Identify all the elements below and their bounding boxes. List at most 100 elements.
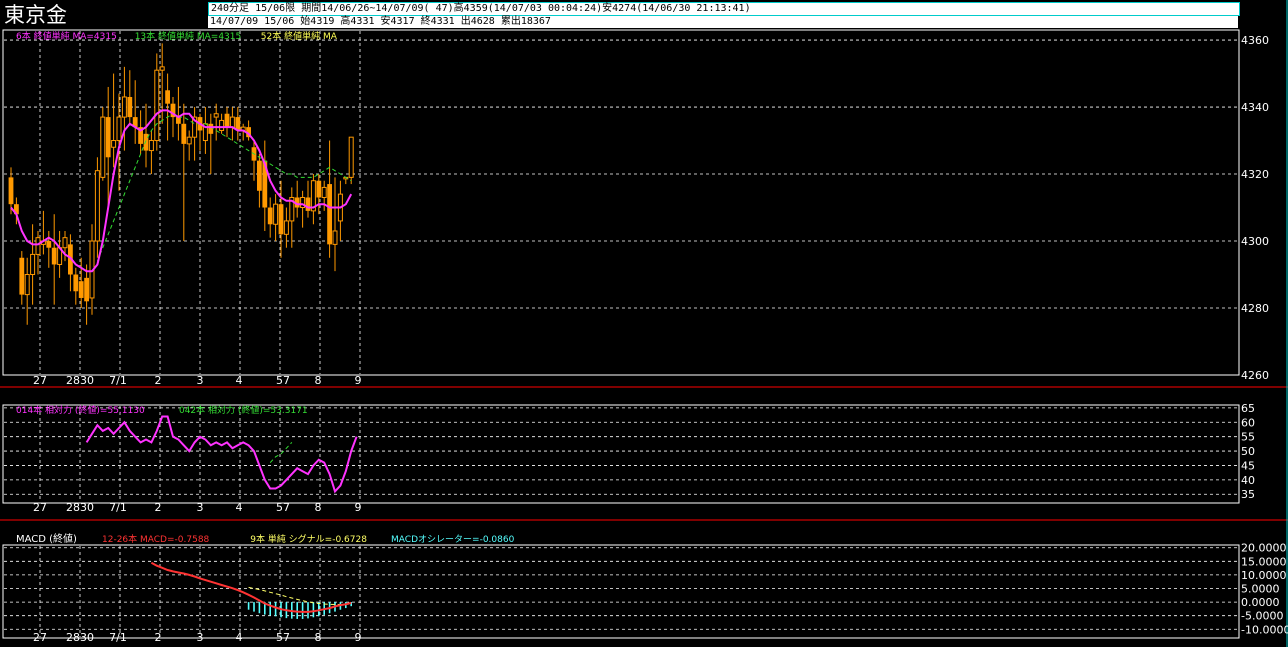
x-tick-label: 2830 — [66, 374, 94, 387]
x-tick-label: 7/1 — [109, 631, 127, 644]
legend-entry: 13本 終値単純 MA=4315 — [135, 30, 242, 42]
candle-body-down — [165, 90, 170, 104]
macd-line — [150, 561, 352, 613]
x-tick-label: 9 — [355, 631, 362, 644]
candle-body-down — [257, 160, 262, 191]
y-tick-label: 4320 — [1241, 168, 1269, 181]
y-tick-label: 4280 — [1241, 302, 1269, 315]
x-tick-label: 57 — [276, 374, 290, 387]
panel-frame — [2, 544, 1240, 639]
x-tick-label: 7/1 — [109, 374, 127, 387]
x-tick-label: 4 — [236, 631, 243, 644]
candle-body-up — [121, 96, 127, 118]
candle-body-up — [154, 69, 160, 142]
legend-entry: 52本 終値単純 MA — [261, 30, 338, 42]
candle-body-down — [46, 241, 52, 248]
candle-body-down — [267, 207, 273, 225]
y-tick-label: 35 — [1241, 488, 1255, 501]
ma6-line — [10, 109, 353, 273]
candle-body-up — [24, 274, 30, 296]
candle-body-up — [30, 253, 36, 276]
candle-body-up — [62, 237, 68, 249]
y-tick-label: 4360 — [1241, 34, 1269, 47]
y-tick-label: 4340 — [1241, 101, 1269, 114]
y-tick-label: 5.0000 — [1241, 583, 1280, 596]
candle-body-up — [94, 170, 100, 242]
candle-body-down — [208, 123, 214, 134]
candle-body-up — [100, 116, 106, 178]
legend-entry: 9本 単純 シグナル=-0.6728 — [250, 533, 367, 545]
x-tick-label: 2 — [155, 374, 162, 387]
candle-body-down — [181, 123, 187, 144]
panel-frame — [2, 404, 1240, 504]
x-tick-label: 9 — [355, 374, 362, 387]
y-tick-label: 40 — [1241, 474, 1255, 487]
candle-body-down — [224, 113, 230, 128]
y-tick-label: 15.0000 — [1241, 555, 1287, 568]
chart-canvas: 42604280430043204340436027 2830 7/1 2 3 4 57 8 9… — [0, 0, 1288, 647]
x-tick-label: 57 — [276, 501, 290, 514]
x-tick-label: 3 — [197, 501, 204, 514]
candle-body-up — [229, 116, 235, 128]
y-tick-label: 10.0000 — [1241, 569, 1287, 582]
candle-body-down — [316, 180, 322, 198]
legend-entry: 6本 終値単純 MA=4315 — [16, 30, 117, 42]
candle-body-up — [116, 116, 122, 142]
y-tick-label: 20.0000 — [1241, 542, 1287, 555]
candle-body-down — [327, 184, 332, 245]
y-tick-label: 65 — [1241, 402, 1255, 415]
x-tick-label: 2830 — [66, 501, 94, 514]
candle-body-down — [19, 257, 25, 295]
y-tick-label: -10.0000 — [1241, 623, 1288, 636]
legend-entry: 12-26本 MACD=-0.7588 — [102, 533, 210, 545]
candle-body-up — [332, 230, 338, 245]
y-tick-label: 55 — [1241, 431, 1255, 444]
x-tick-label: 4 — [236, 501, 243, 514]
candle-body-up — [321, 186, 327, 198]
candle-body-up — [148, 140, 154, 152]
candle-body-up — [111, 140, 117, 148]
candle-body-down — [305, 197, 311, 211]
x-tick-label: 8 — [315, 501, 322, 514]
y-tick-label: 4300 — [1241, 235, 1269, 248]
x-tick-label: 3 — [197, 374, 204, 387]
y-tick-label: 50 — [1241, 445, 1255, 458]
candle-body-up — [283, 220, 289, 235]
candle-body-up — [213, 113, 219, 118]
rsi42-line — [269, 442, 293, 463]
candle-body-down — [105, 117, 111, 158]
panel-frame — [2, 29, 1240, 376]
y-tick-label: 60 — [1241, 416, 1255, 429]
x-tick-label: 8 — [315, 374, 322, 387]
x-tick-label: 3 — [197, 631, 204, 644]
x-tick-label: 7/1 — [109, 501, 127, 514]
y-tick-label: -5.0000 — [1241, 610, 1283, 623]
macd-title: MACD (終値) — [16, 532, 77, 545]
candle-body-up — [159, 66, 165, 71]
x-tick-label: 8 — [315, 631, 322, 644]
candle-body-up — [219, 119, 225, 131]
x-tick-label: 2830 — [66, 631, 94, 644]
candle-body-down — [278, 204, 284, 235]
y-tick-label: 4260 — [1241, 369, 1269, 382]
candle-body-down — [127, 96, 133, 118]
x-tick-label: 2 — [155, 631, 162, 644]
y-tick-label: 0.0000 — [1241, 596, 1280, 609]
candle-body-up — [35, 237, 41, 255]
x-tick-label: 57 — [276, 631, 290, 644]
legend-entry: MACDオシレーター=-0.0860 — [391, 534, 515, 545]
legend-entry: 042本 相対力 (終値)=53.3171 — [179, 404, 308, 416]
legend-entry: 014本 相対力 (終値)=55.1130 — [16, 404, 145, 416]
candle-body-up — [348, 136, 354, 178]
y-tick-label: 45 — [1241, 459, 1255, 472]
candle-body-down — [73, 274, 79, 292]
candle-body-down — [8, 177, 14, 205]
candle-body-down — [51, 247, 57, 265]
x-tick-label: 27 — [33, 374, 47, 387]
x-tick-label: 27 — [33, 501, 47, 514]
x-tick-label: 4 — [236, 374, 243, 387]
candle-body-down — [84, 277, 89, 302]
candle-body-up — [273, 203, 279, 225]
candle-body-up — [186, 136, 192, 145]
x-tick-label: 9 — [355, 501, 362, 514]
